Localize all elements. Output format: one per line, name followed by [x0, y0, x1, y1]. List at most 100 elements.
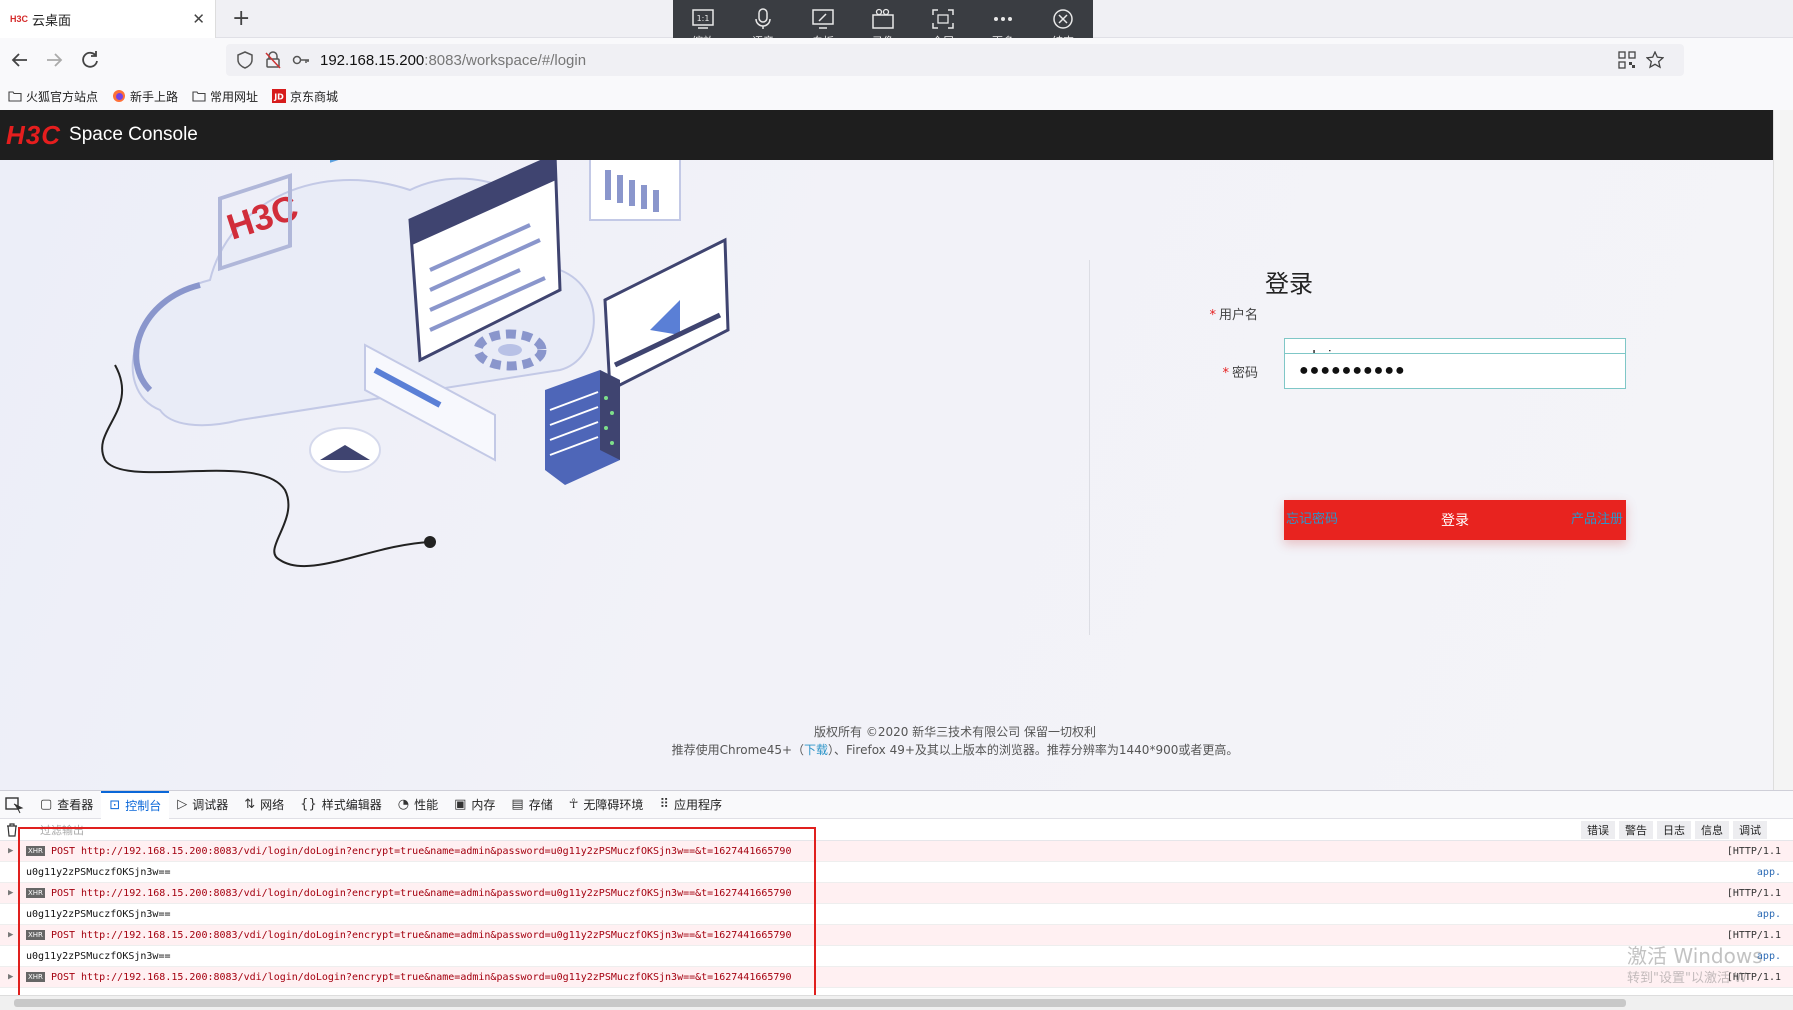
- record-icon: [872, 8, 894, 29]
- level-warnings[interactable]: 警告: [1619, 821, 1653, 839]
- devtools-tab-memory[interactable]: ▣ 内存: [446, 791, 503, 819]
- devtools-tab-network[interactable]: ⇅ 网络: [236, 791, 292, 819]
- expand-triangle-icon[interactable]: ▶: [8, 972, 13, 982]
- console-filter-input[interactable]: 过滤输出: [40, 822, 84, 838]
- devtools-tab-label: 应用程序: [673, 798, 722, 812]
- console-xhr-row[interactable]: ▶ XHR POST http://192.168.15.200:8083/vdi/…: [0, 841, 1793, 862]
- log-text: POST http://192.168.15.200:8083/vdi/logi…: [50, 971, 792, 983]
- log-level-filters: 错误 警告 日志 信息 调试: [1577, 821, 1767, 839]
- console-log-row: u0g11y2zPSMuczfOKSjn3w== app.: [0, 862, 1793, 883]
- bookmark-item[interactable]: 火狐官方站点: [8, 88, 98, 105]
- shield-icon[interactable]: [236, 51, 254, 69]
- console-xhr-row[interactable]: ▶ XHR POST http://192.168.15.200:8083/vdi/…: [0, 883, 1793, 904]
- scrollbar-thumb[interactable]: [14, 999, 1626, 1007]
- bookmark-item[interactable]: JD 京东商城: [272, 88, 338, 105]
- microphone-icon: [755, 7, 771, 29]
- console-xhr-row[interactable]: ▶ XHR POST http://192.168.15.200:8083/vdi/…: [0, 925, 1793, 946]
- expand-triangle-icon[interactable]: ▶: [8, 846, 13, 856]
- style-editor-icon: {}: [300, 797, 317, 812]
- tab-close-icon[interactable]: ✕: [192, 10, 205, 28]
- key-icon[interactable]: [292, 51, 310, 69]
- log-source-link[interactable]: app.: [1757, 909, 1781, 920]
- insecure-lock-icon[interactable]: [264, 51, 282, 69]
- bookmark-item[interactable]: 新手上路: [112, 88, 178, 105]
- new-tab-icon[interactable]: +: [232, 6, 250, 31]
- devtools-tab-style-editor[interactable]: {} 样式编辑器: [292, 791, 390, 819]
- devtools-tab-storage[interactable]: ▤ 存储: [503, 791, 560, 819]
- back-icon[interactable]: [8, 48, 32, 72]
- browser-navbar: 192.168.15.200:8083/workspace/#/login: [0, 38, 1793, 82]
- log-text: u0g11y2zPSMuczfOKSjn3w==: [26, 908, 171, 920]
- product-register-link[interactable]: 产品注册: [1571, 508, 1623, 527]
- horizontal-scrollbar[interactable]: [0, 995, 1793, 1010]
- reload-icon[interactable]: [78, 48, 102, 72]
- bookmark-label: 京东商城: [290, 89, 339, 104]
- page-scrollbar[interactable]: [1773, 110, 1793, 790]
- url-path: :8083/workspace/#/login: [424, 51, 587, 69]
- trash-icon[interactable]: [6, 822, 18, 837]
- network-icon: ⇅: [244, 797, 256, 812]
- devtools-tab-debugger[interactable]: ▷ 调试器: [169, 791, 236, 819]
- devtools-tab-performance[interactable]: ◔ 性能: [390, 791, 446, 819]
- bookmark-item[interactable]: 常用网址: [192, 88, 258, 105]
- illustration: H3C: [101, 160, 730, 568]
- level-errors[interactable]: 错误: [1581, 821, 1615, 839]
- inspector-icon: ▢: [40, 797, 53, 812]
- devtools-tab-label: 控制台: [125, 799, 162, 813]
- xhr-badge: XHR: [26, 846, 45, 856]
- devtools-tab-label: 无障碍环境: [583, 798, 644, 812]
- download-link[interactable]: 下载: [804, 743, 828, 757]
- password-input[interactable]: ●●●●●●●●●●: [1284, 353, 1626, 389]
- jd-icon: JD: [272, 89, 287, 103]
- browser-tab[interactable]: H3C 云桌面 ✕: [0, 0, 216, 38]
- storage-icon: ▤: [511, 797, 524, 812]
- devtools-panel: ▢ 查看器 ⊡ 控制台 ▷ 调试器 ⇅ 网络 {} 样式编辑器 ◔ 性能 ▣ 内存 ▤ 存储 ☥…: [0, 790, 1793, 1010]
- console-icon: ⊡: [109, 798, 121, 813]
- devtools-tab-console[interactable]: ⊡ 控制台: [101, 790, 170, 819]
- app-header: H3C Space Console: [0, 110, 1773, 160]
- xhr-badge: XHR: [26, 972, 45, 982]
- devtools-tab-accessibility[interactable]: ☥ 无障碍环境: [561, 791, 652, 819]
- level-debug[interactable]: 调试: [1733, 821, 1767, 839]
- fullscreen-icon: [932, 8, 954, 29]
- windows-activation-watermark: 激活 Windows: [1627, 944, 1763, 968]
- level-logs[interactable]: 日志: [1657, 821, 1691, 839]
- url-bar[interactable]: 192.168.15.200:8083/workspace/#/login: [226, 44, 1684, 76]
- log-status: [HTTP/1.1: [1726, 887, 1781, 899]
- console-xhr-row[interactable]: ▶ XHR POST http://192.168.15.200:8083/vdi/…: [0, 967, 1793, 988]
- browser-recommendation: 推荐使用Chrome45+（下载）、Firefox 49+及其以上版本的浏览器。…: [0, 741, 1773, 758]
- console-log-row: u0g11y2zPSMuczfOKSjn3w== app.: [0, 904, 1793, 925]
- performance-icon: ◔: [397, 797, 410, 812]
- password-label-text: 密码: [1231, 366, 1258, 381]
- devtools-tab-application[interactable]: ⠿ 应用程序: [651, 791, 730, 819]
- forward-icon[interactable]: [42, 48, 66, 72]
- devtools-tab-label: 查看器: [57, 798, 94, 812]
- chat-card: [330, 160, 390, 163]
- url-host: 192.168.15.200: [320, 51, 425, 69]
- log-status: [HTTP/1.1: [1726, 929, 1781, 941]
- element-picker-icon[interactable]: [4, 796, 26, 814]
- devtools-tab-inspector[interactable]: ▢ 查看器: [32, 791, 101, 819]
- h3c-logo: H3C: [6, 119, 62, 150]
- log-text: POST http://192.168.15.200:8083/vdi/logi…: [50, 929, 792, 941]
- svg-text:JD: JD: [273, 93, 284, 102]
- forgot-password-link[interactable]: 忘记密码: [1286, 508, 1338, 527]
- bookmarks-bar: 火狐官方站点 新手上路 常用网址 JD 京东商城: [0, 82, 1793, 110]
- log-status: [HTTP/1.1: [1726, 845, 1781, 857]
- firefox-icon: [113, 90, 126, 102]
- panel-divider: [1089, 260, 1090, 635]
- bookmark-star-icon[interactable]: [1646, 51, 1664, 69]
- copyright-text: 版权所有 ©2020 新华三技术有限公司 保留一切权利: [814, 725, 1096, 739]
- folder-icon: [192, 91, 206, 102]
- level-info[interactable]: 信息: [1695, 821, 1729, 839]
- log-source-link[interactable]: app.: [1757, 867, 1781, 878]
- log-text: POST http://192.168.15.200:8083/vdi/logi…: [50, 887, 792, 899]
- qrcode-icon[interactable]: [1618, 51, 1636, 69]
- svg-text:1:1: 1:1: [697, 14, 710, 23]
- expand-triangle-icon[interactable]: ▶: [8, 930, 13, 940]
- console-log-row: u0g11y2zPSMuczfOKSjn3w== app.: [0, 946, 1793, 967]
- devtools-tab-label: 样式编辑器: [321, 798, 382, 812]
- cable-plug: [424, 536, 436, 548]
- expand-triangle-icon[interactable]: ▶: [8, 888, 13, 898]
- username-label-text: 用户名: [1218, 308, 1258, 323]
